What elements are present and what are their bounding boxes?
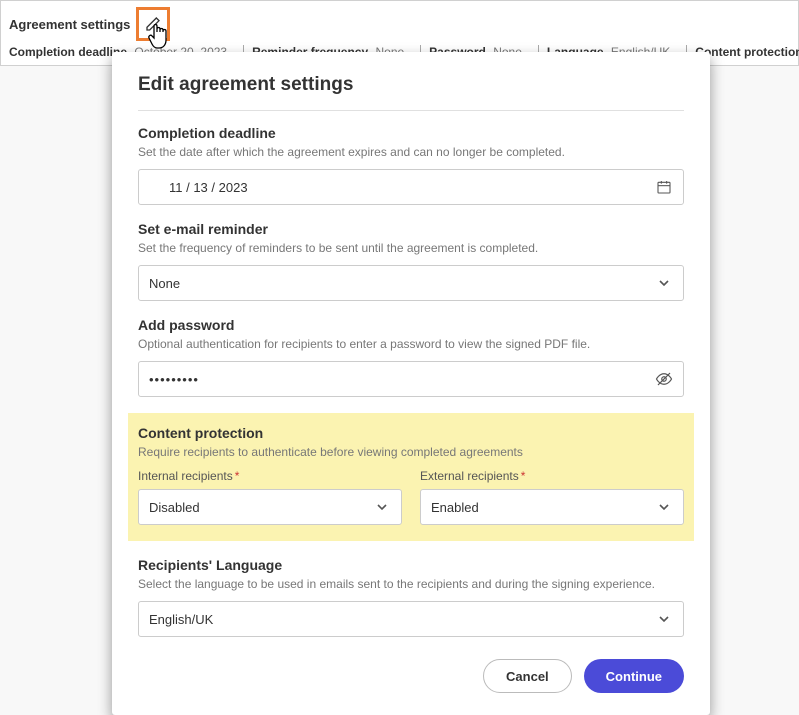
deadline-title: Completion deadline bbox=[138, 125, 684, 141]
external-value: Enabled bbox=[431, 500, 655, 515]
internal-recipients-label: Internal recipients* bbox=[138, 469, 402, 483]
required-star-icon: * bbox=[521, 469, 526, 483]
external-recipients-label: External recipients* bbox=[420, 469, 684, 483]
chevron-down-icon bbox=[655, 274, 673, 292]
password-help: Optional authentication for recipients t… bbox=[138, 337, 684, 351]
summary-protection-label: Content protection bbox=[695, 45, 799, 59]
internal-label-text: Internal recipients bbox=[138, 469, 233, 483]
section-completion-deadline: Completion deadline Set the date after w… bbox=[138, 125, 684, 205]
summary-deadline-label: Completion deadline bbox=[9, 45, 127, 59]
modal-footer: Cancel Continue bbox=[138, 659, 684, 693]
external-label-text: External recipients bbox=[420, 469, 519, 483]
protection-help: Require recipients to authenticate befor… bbox=[138, 445, 684, 459]
reminder-help: Set the frequency of reminders to be sen… bbox=[138, 241, 684, 255]
section-reminder: Set e-mail reminder Set the frequency of… bbox=[138, 221, 684, 301]
deadline-date-input[interactable]: 11 / 13 / 2023 bbox=[138, 169, 684, 205]
password-value: ••••••••• bbox=[149, 372, 655, 387]
external-recipients-col: External recipients* Enabled bbox=[420, 469, 684, 525]
reminder-title: Set e-mail reminder bbox=[138, 221, 684, 237]
visibility-off-icon[interactable] bbox=[655, 370, 673, 388]
reminder-value: None bbox=[149, 276, 655, 291]
internal-recipients-col: Internal recipients* Disabled bbox=[138, 469, 402, 525]
language-value: English/UK bbox=[149, 612, 655, 627]
chevron-down-icon bbox=[655, 610, 673, 628]
modal-divider bbox=[138, 110, 684, 111]
edit-agreement-modal: Edit agreement settings Completion deadl… bbox=[112, 52, 710, 715]
section-password: Add password Optional authentication for… bbox=[138, 317, 684, 397]
agreement-settings-title: Agreement settings bbox=[9, 17, 130, 32]
edit-settings-icon-container[interactable] bbox=[136, 7, 170, 41]
deadline-help: Set the date after which the agreement e… bbox=[138, 145, 684, 159]
chevron-down-icon bbox=[373, 498, 391, 516]
modal-title: Edit agreement settings bbox=[138, 74, 684, 96]
deadline-value: 11 / 13 / 2023 bbox=[169, 180, 655, 195]
language-select[interactable]: English/UK bbox=[138, 601, 684, 637]
password-title: Add password bbox=[138, 317, 684, 333]
calendar-icon[interactable] bbox=[655, 178, 673, 196]
external-recipients-select[interactable]: Enabled bbox=[420, 489, 684, 525]
required-star-icon: * bbox=[235, 469, 240, 483]
cancel-button[interactable]: Cancel bbox=[483, 659, 572, 693]
chevron-down-icon bbox=[655, 498, 673, 516]
section-language: Recipients' Language Select the language… bbox=[138, 557, 684, 637]
pencil-icon bbox=[145, 16, 161, 32]
header-title-row: Agreement settings bbox=[9, 7, 790, 45]
protection-title: Content protection bbox=[138, 425, 684, 441]
continue-button[interactable]: Continue bbox=[584, 659, 684, 693]
language-title: Recipients' Language bbox=[138, 557, 684, 573]
reminder-select[interactable]: None bbox=[138, 265, 684, 301]
password-input[interactable]: ••••••••• bbox=[138, 361, 684, 397]
internal-value: Disabled bbox=[149, 500, 373, 515]
internal-recipients-select[interactable]: Disabled bbox=[138, 489, 402, 525]
language-help: Select the language to be used in emails… bbox=[138, 577, 684, 591]
section-content-protection: Content protection Require recipients to… bbox=[128, 413, 694, 541]
